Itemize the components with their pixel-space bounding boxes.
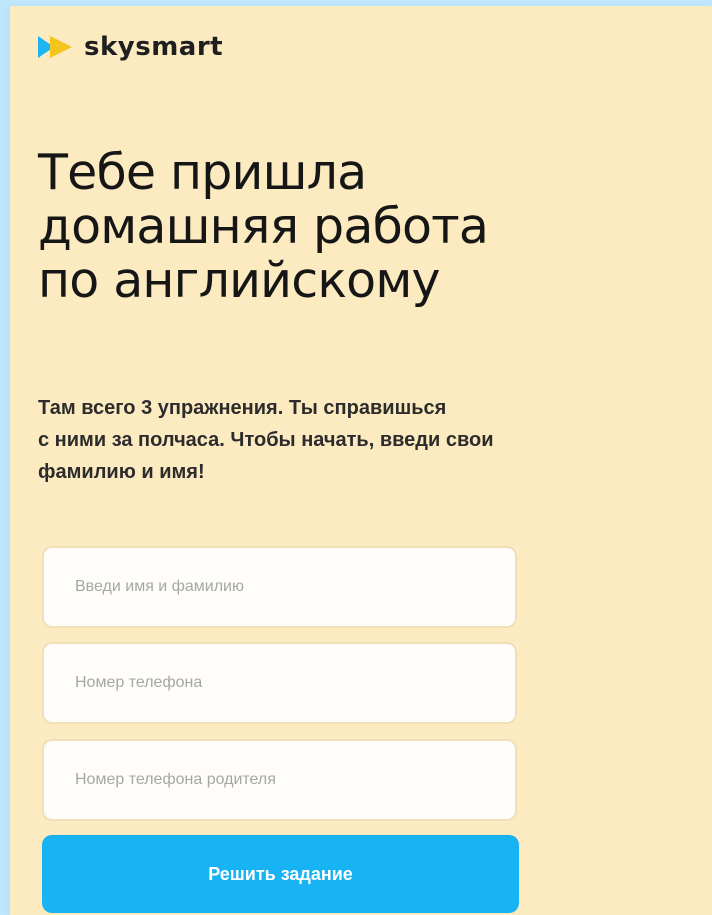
page-title-line-1: Тебе пришла	[38, 144, 367, 201]
description-line-2: с ними за полчаса. Чтобы начать, введи с…	[38, 429, 494, 451]
page-title-line-3: по английскому	[38, 251, 440, 309]
page-title-line-2: домашняя работа	[38, 197, 489, 255]
homework-landing-screen: skysmart Тебе пришла домашняя работа по …	[10, 6, 712, 915]
parent-phone-number-input[interactable]	[42, 739, 517, 821]
play-arrow-icon	[38, 36, 72, 58]
description-line-1: Там всего 3 упражнения. Ты справишься	[38, 397, 447, 419]
description-line-3: фамилию и имя!	[38, 461, 205, 483]
full-name-input[interactable]	[42, 546, 517, 628]
brand-name: skysmart	[84, 32, 224, 62]
page-title: Тебе пришла домашняя работа по английско…	[38, 146, 658, 308]
brand-logo: skysmart	[38, 34, 223, 60]
assignment-description: Там всего 3 упражнения. Ты справишься с …	[38, 392, 703, 488]
solve-assignment-button[interactable]: Решить задание	[42, 835, 519, 913]
phone-number-input[interactable]	[42, 642, 517, 724]
